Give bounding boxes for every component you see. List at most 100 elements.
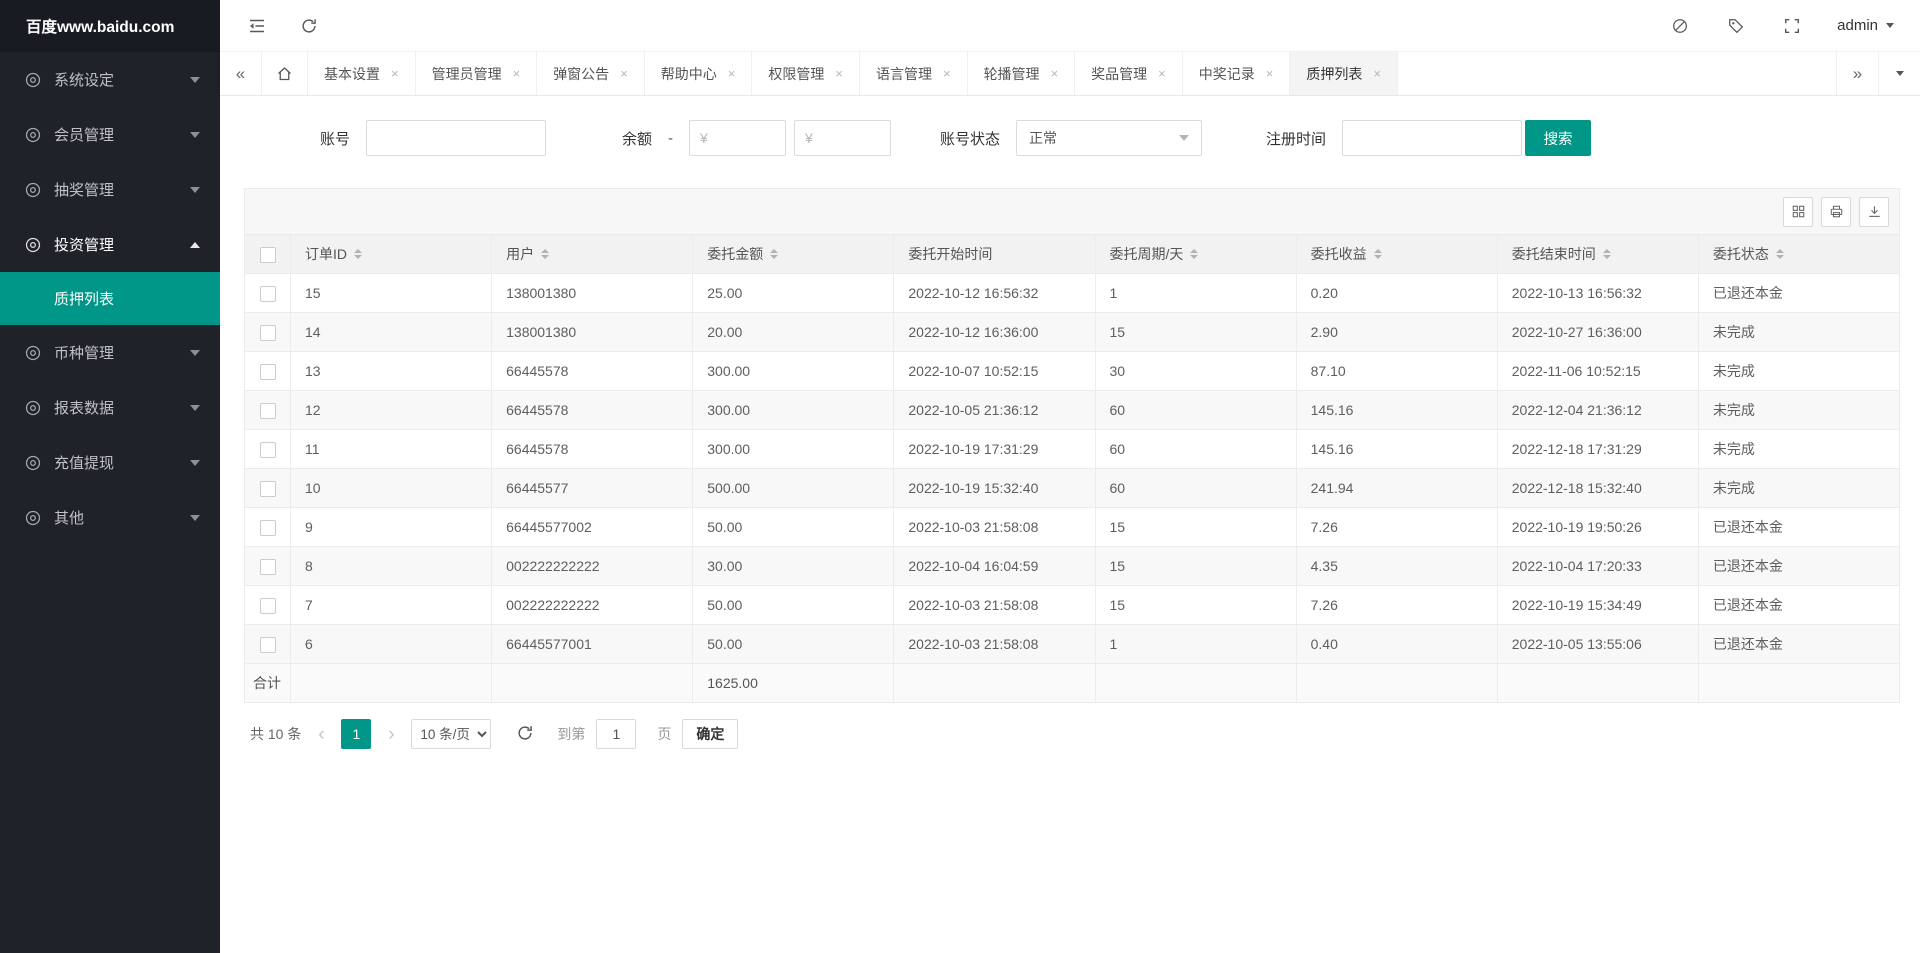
account-status-select[interactable]: 正常 [1016,120,1203,156]
page-size-select[interactable]: 10 条/页 [411,719,492,749]
balance-label: 余额 [622,130,653,148]
refresh-icon[interactable] [298,15,320,37]
summary-row: 合计 1625.00 [244,663,1901,703]
row-checkbox[interactable] [259,597,276,614]
theme-tag-icon[interactable] [1725,15,1747,37]
tab-7[interactable]: 轮播管理 × [968,52,1076,95]
sort-icon[interactable] [354,249,362,259]
column-header[interactable]: 用户 [491,234,694,274]
column-header[interactable]: 委托状态 [1697,234,1901,274]
home-tab-icon[interactable] [262,52,308,95]
tab-8[interactable]: 奖品管理 × [1075,52,1183,95]
export-icon[interactable] [1859,196,1889,227]
tab-2[interactable]: 管理员管理 × [416,52,538,95]
row-checkbox[interactable] [259,558,276,575]
sidebar-item-system-settings[interactable]: 系统设定 [0,52,220,107]
close-icon[interactable]: × [728,66,736,81]
balance-min-input[interactable] [689,120,787,156]
row-checkbox[interactable] [259,363,276,380]
cell-order_id: 13 [289,351,493,391]
print-icon[interactable] [1821,196,1851,227]
tab-label: 轮播管理 [983,65,1040,82]
cell-user: 002222222222 [491,585,694,625]
row-checkbox[interactable] [259,636,276,653]
sort-icon[interactable] [541,249,550,259]
topbar: admin [220,0,1920,52]
sort-icon[interactable] [1775,249,1784,259]
sidebar-item-currency-management[interactable]: 币种管理 [0,325,220,380]
cell-profit: 7.26 [1295,507,1498,547]
sidebar-item-member-management[interactable]: 会员管理 [0,107,220,162]
cell-user: 138001380 [491,312,694,352]
sidebar-item-pledge-list[interactable]: 质押列表 [0,272,220,325]
close-icon[interactable]: × [1373,66,1381,81]
sort-icon[interactable] [1602,249,1611,259]
sidebar-item-report-data[interactable]: 报表数据 [0,380,220,435]
account-input[interactable] [366,120,547,156]
sidebar-item-other[interactable]: 其他 [0,490,220,545]
refresh-table-icon[interactable] [516,724,536,744]
close-icon[interactable]: × [1158,66,1166,81]
column-header[interactable]: 委托周期/天 [1094,234,1297,274]
goto-page-input[interactable] [596,719,637,749]
collapse-sidebar-icon[interactable] [246,15,268,37]
select-all-checkbox[interactable] [259,246,276,263]
confirm-page-button[interactable]: 确定 [682,719,739,749]
search-button[interactable]: 搜索 [1525,120,1592,156]
tab-3[interactable]: 弹窗公告 × [537,52,645,95]
row-checkbox[interactable] [259,441,276,458]
tab-10[interactable]: 质押列表 × [1290,52,1398,95]
sort-icon[interactable] [770,249,779,259]
row-checkbox[interactable] [259,519,276,536]
cell-profit: 4.35 [1295,546,1498,586]
column-header[interactable]: 订单ID [289,234,493,274]
cell-amount: 20.00 [692,312,895,352]
prev-page-icon[interactable]: ‹ [312,725,330,744]
tab-4[interactable]: 帮助中心 × [645,52,753,95]
tab-5[interactable]: 权限管理 × [752,52,860,95]
column-header[interactable]: 委托金额 [692,234,895,274]
row-select-cell [244,468,291,508]
sidebar-item-label: 会员管理 [54,127,115,144]
cell-period_days: 15 [1094,507,1297,547]
close-icon[interactable]: × [1266,66,1274,81]
main-area: admin « 基本设置 × 管理员管理 × 弹窗公告 × 帮助中心 × 权限管… [220,0,1920,953]
tabs-scroll-left-icon[interactable]: « [220,52,262,95]
close-icon[interactable]: × [943,66,951,81]
column-filter-icon[interactable] [1783,196,1813,227]
column-header[interactable]: 委托收益 [1295,234,1498,274]
tabs-scroll-right-icon[interactable]: » [1836,52,1878,95]
clear-cache-icon[interactable] [1669,15,1691,37]
close-icon[interactable]: × [391,66,399,81]
fullscreen-icon[interactable] [1781,15,1803,37]
investment-icon [24,236,42,254]
summary-empty-cell [1496,663,1699,703]
chevron-down-icon [190,514,200,521]
admin-app: 百度www.baidu.com 系统设定 会员管理 抽奖管理 投资管理 质押列表… [0,0,1920,953]
register-time-input[interactable] [1342,120,1523,156]
sidebar-item-lottery-management[interactable]: 抽奖管理 [0,162,220,217]
tab-6[interactable]: 语言管理 × [860,52,968,95]
sort-icon[interactable] [1373,249,1382,259]
close-icon[interactable]: × [1051,66,1059,81]
page-1-button[interactable]: 1 [341,719,372,749]
column-header[interactable]: 委托结束时间 [1496,234,1699,274]
row-checkbox[interactable] [259,324,276,341]
table-row: 7 002222222222 50.00 2022-10-03 21:58:08 15 7… [244,585,1901,625]
close-icon[interactable]: × [620,66,628,81]
balance-max-input[interactable] [794,120,892,156]
sort-icon[interactable] [1190,249,1199,259]
sidebar-item-investment-management[interactable]: 投资管理 [0,217,220,272]
tab-9[interactable]: 中奖记录 × [1183,52,1291,95]
row-checkbox[interactable] [259,402,276,419]
tab-1[interactable]: 基本设置 × [308,52,416,95]
close-icon[interactable]: × [513,66,521,81]
sidebar-item-recharge-withdraw[interactable]: 充值提现 [0,435,220,490]
user-menu[interactable]: admin [1837,17,1894,34]
row-checkbox[interactable] [259,480,276,497]
row-checkbox[interactable] [259,285,276,302]
cell-status: 未完成 [1697,390,1901,430]
next-page-icon[interactable]: › [382,725,400,744]
tabs-menu-icon[interactable] [1878,52,1920,95]
close-icon[interactable]: × [835,66,843,81]
